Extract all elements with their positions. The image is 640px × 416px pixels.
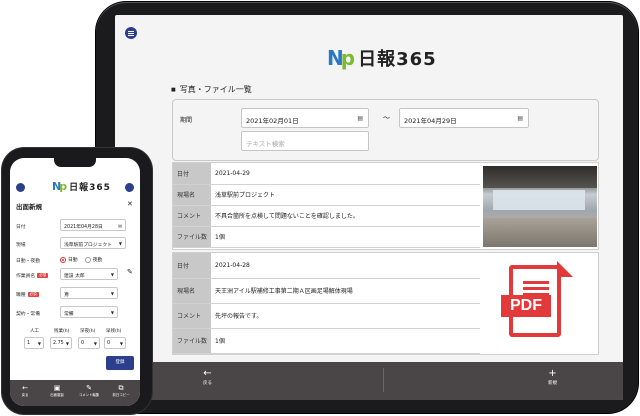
pdf-file-icon[interactable]: PDF: [501, 261, 573, 341]
hours-header: 残業(h): [54, 329, 70, 334]
register-button[interactable]: 登録: [106, 356, 134, 370]
comment-edit-button[interactable]: ✎ コメント編集: [76, 384, 102, 397]
page-title: 写真・ファイル一覧: [171, 84, 252, 95]
period-label: 期間: [180, 117, 193, 124]
hours-header: 早残(h): [106, 329, 122, 334]
back-button[interactable]: ← 戻る: [203, 368, 212, 386]
site-label: 現場: [16, 243, 26, 248]
filter-panel: 期間 2021年02月01日 ▤ ～ 2021年04月29日 ▤ テキスト検索: [172, 99, 599, 161]
worker-label: 作業員名 必須: [16, 273, 49, 279]
text-search-input[interactable]: テキスト検索: [241, 131, 369, 151]
date-range-separator: ～: [383, 114, 390, 122]
back-button[interactable]: ← 戻る: [12, 384, 38, 397]
overtime-select[interactable]: 2.75 ▼: [50, 337, 72, 349]
arrow-left-icon: ←: [203, 368, 212, 379]
date-label: 日付: [16, 225, 26, 230]
copy-icon: ▣: [53, 384, 61, 392]
calendar-icon: ▤: [517, 115, 523, 122]
record-table: 日付 2021-04-28 現場名 天王洲アイル駅補修工事第二期Ａ区画足場解体現場 …: [173, 253, 480, 354]
date-field[interactable]: 2021年04月28日 ▤: [60, 219, 126, 231]
early-select[interactable]: 0 ▼: [104, 337, 126, 349]
tablet-screen: Np 日報365 写真・ファイル一覧 期間 2021年02月01日▤ ～ 202…: [115, 15, 623, 400]
menu-icon[interactable]: [125, 27, 137, 39]
record-table: 日付 2021-04-29 現場名 浅草駅前プロジェクト コメント 不具合箇所を点検し…: [173, 163, 480, 248]
calendar-icon: ▤: [357, 115, 363, 122]
plus-icon: +: [548, 368, 557, 379]
chevron-down-icon: ▼: [118, 241, 122, 246]
chevron-down-icon: ▼: [110, 310, 114, 315]
manday-select[interactable]: 1 ▼: [24, 337, 44, 349]
shift-label: 日勤・夜勤: [16, 259, 40, 264]
record-card[interactable]: 日付 2021-04-28 現場名 天王洲アイル駅補修工事第二期Ａ区画足場解体現場 …: [172, 252, 599, 355]
new-button[interactable]: + 新規: [548, 368, 557, 386]
site-select[interactable]: 浅草駅前プロジェクト ▼: [60, 237, 126, 249]
job-label: 職種 必須: [16, 292, 39, 298]
site-photo-thumbnail[interactable]: [483, 166, 597, 247]
clone-icon: ⧉: [118, 384, 124, 392]
shift-day-radio[interactable]: 日勤: [60, 256, 78, 263]
date-to-input[interactable]: 2021年04月29日 ▤: [399, 108, 529, 128]
chevron-down-icon: ▼: [110, 291, 114, 296]
arrow-left-icon: ←: [22, 384, 28, 392]
app-logo: Np 日報365: [327, 46, 437, 70]
latenight-select[interactable]: 0 ▼: [78, 337, 100, 349]
contract-select[interactable]: 常備 ▼: [60, 306, 118, 318]
contract-label: 契約・常備: [16, 312, 40, 317]
chevron-down-icon: ▼: [110, 272, 114, 277]
logo-text: 日報365: [358, 49, 437, 70]
comment-icon: ✎: [86, 384, 92, 392]
duplicate-button[interactable]: ▣ 出面複製: [44, 384, 70, 397]
hours-header: 深夜(h): [80, 329, 96, 334]
tablet-footer: ← 戻る + 新規: [115, 362, 623, 400]
shift-radio-group: 日勤 夜勤: [60, 256, 102, 263]
date-from-input[interactable]: 2021年02月01日 ▤: [241, 108, 369, 128]
record-card[interactable]: 日付 2021-04-29 現場名 浅草駅前プロジェクト コメント 不具合箇所を点検し…: [172, 162, 599, 250]
shift-night-radio[interactable]: 夜勤: [84, 256, 102, 263]
copy-previous-button[interactable]: ⧉ 前日コピー: [108, 384, 134, 397]
phone-footer: ← 戻る ▣ 出面複製 ✎ コメント編集 ⧉ 前日コピー: [10, 380, 140, 406]
edit-pencil-icon[interactable]: ✎: [127, 268, 133, 276]
worker-select[interactable]: 建設 太郎 ▼: [60, 268, 118, 280]
job-select[interactable]: 鳶 ▼: [60, 287, 118, 299]
calendar-icon: ▤: [118, 223, 122, 228]
hours-header: 人工: [30, 329, 39, 334]
